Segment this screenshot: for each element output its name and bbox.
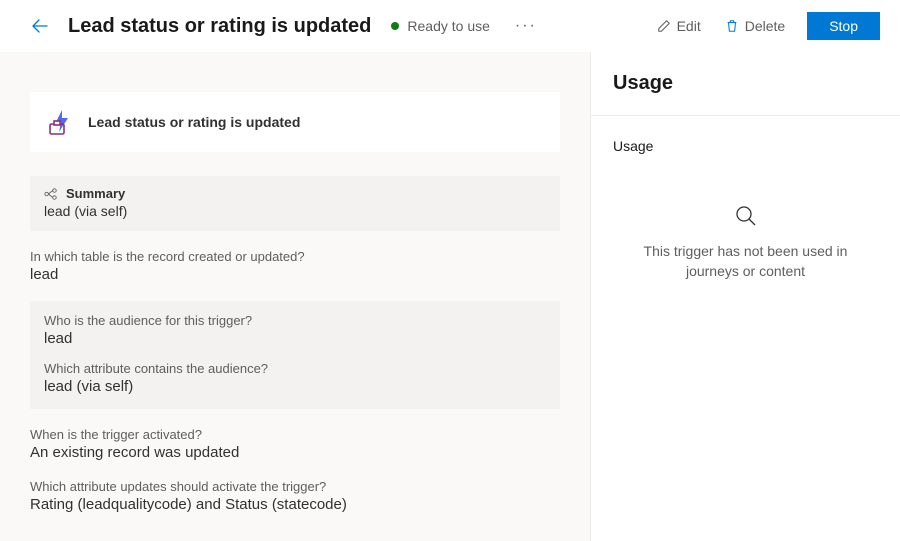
summary-head: Summary	[44, 186, 546, 201]
q-audience-label: Who is the audience for this trigger?	[44, 313, 546, 328]
back-button[interactable]	[28, 14, 52, 38]
body: Lead status or rating is updated Summary…	[0, 52, 900, 541]
summary-sub: lead (via self)	[44, 203, 546, 219]
usage-body: Usage This trigger has not been used in …	[591, 115, 900, 541]
delete-button[interactable]: Delete	[717, 14, 793, 38]
more-button[interactable]: ···	[514, 14, 538, 38]
qa-audience: Who is the audience for this trigger? le…	[44, 313, 546, 347]
q-attribute-label: Which attribute contains the audience?	[44, 361, 546, 376]
edit-label: Edit	[677, 18, 701, 34]
delete-label: Delete	[745, 18, 785, 34]
status-label: Ready to use	[407, 18, 490, 34]
trash-icon	[725, 19, 739, 33]
status-indicator: Ready to use	[391, 18, 490, 34]
usage-pane: Usage Usage This trigger has not been us…	[590, 52, 900, 541]
qa-activated: When is the trigger activated? An existi…	[30, 427, 560, 461]
usage-empty-text: This trigger has not been used in journe…	[626, 242, 866, 281]
pencil-icon	[657, 19, 671, 33]
status-dot-icon	[391, 22, 399, 30]
usage-empty-state: This trigger has not been used in journe…	[613, 204, 878, 281]
edit-button[interactable]: Edit	[649, 14, 709, 38]
page-title: Lead status or rating is updated	[68, 15, 371, 38]
q-updates-label: Which attribute updates should activate …	[30, 479, 560, 494]
q-table-label: In which table is the record created or …	[30, 249, 560, 264]
summary-head-label: Summary	[66, 186, 125, 201]
topbar: Lead status or rating is updated Ready t…	[0, 0, 900, 52]
q-activated-value: An existing record was updated	[30, 444, 560, 461]
audience-box: Who is the audience for this trigger? le…	[30, 301, 560, 409]
trigger-icon	[48, 108, 76, 136]
summary-card: Summary lead (via self)	[30, 176, 560, 231]
trigger-header-card: Lead status or rating is updated	[30, 92, 560, 152]
search-icon	[734, 204, 758, 228]
q-updates-value: Rating (leadqualitycode) and Status (sta…	[30, 496, 560, 513]
arrow-left-icon	[32, 18, 48, 34]
q-activated-label: When is the trigger activated?	[30, 427, 560, 442]
trigger-title: Lead status or rating is updated	[88, 114, 300, 130]
flow-icon	[44, 187, 58, 201]
qa-attribute: Which attribute contains the audience? l…	[44, 361, 546, 395]
main-pane: Lead status or rating is updated Summary…	[0, 52, 590, 541]
usage-header: Usage	[591, 52, 900, 115]
stop-button[interactable]: Stop	[807, 12, 880, 40]
q-table-value: lead	[30, 266, 560, 283]
qa-updates: Which attribute updates should activate …	[30, 479, 560, 513]
q-attribute-value: lead (via self)	[44, 378, 546, 395]
qa-table: In which table is the record created or …	[30, 249, 560, 283]
q-audience-value: lead	[44, 330, 546, 347]
usage-subhead: Usage	[613, 138, 878, 154]
